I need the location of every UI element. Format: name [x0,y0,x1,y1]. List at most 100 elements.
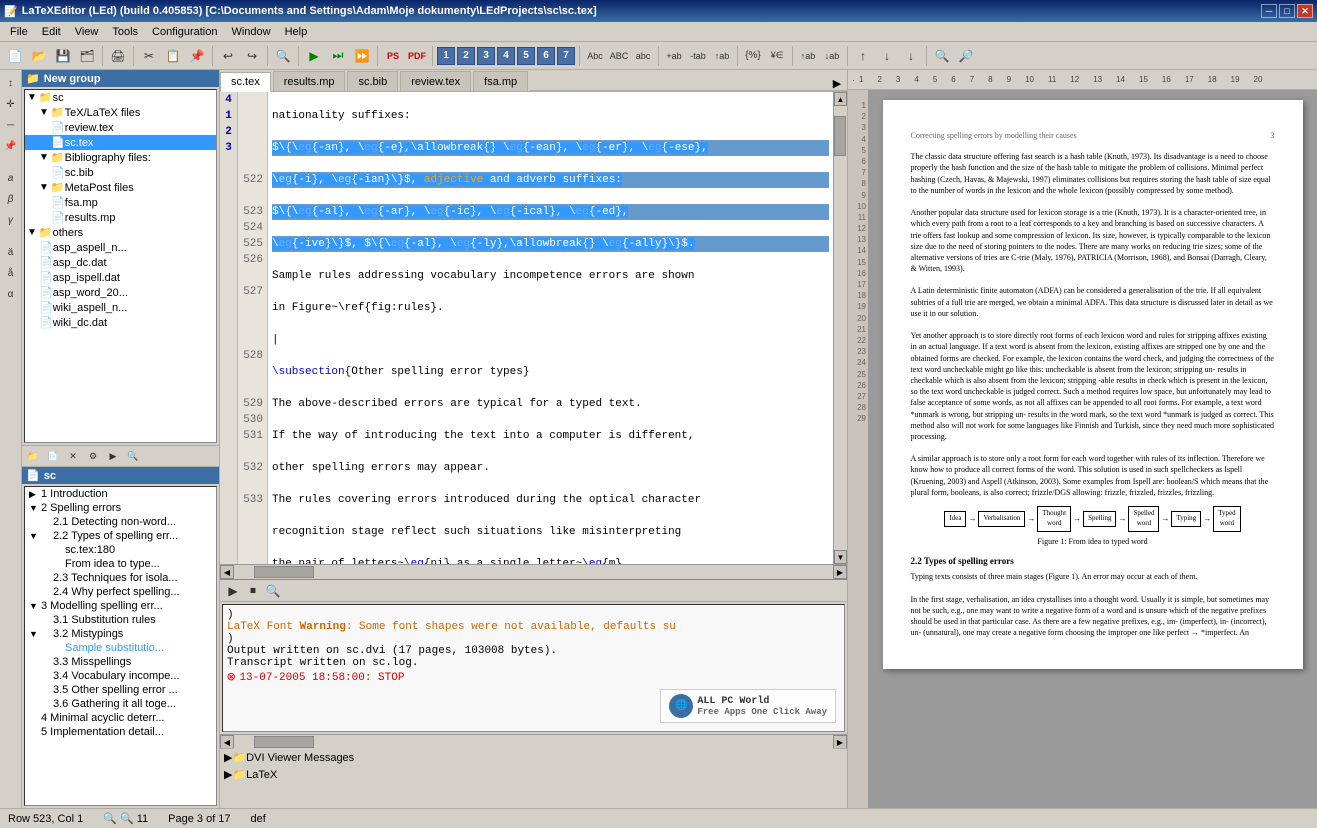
outline-item-34[interactable]: 3.4 Vocabulary incompe... [25,669,216,683]
outline-item-36[interactable]: 3.6 Gathering it all toge... [25,697,216,711]
sym-char1[interactable]: ä [2,243,20,261]
tree-item-aspword[interactable]: 📄 asp_word_20... [25,285,216,300]
menu-window[interactable]: Window [225,24,276,40]
tree-item-reviewtex[interactable]: 📄 review.tex [25,120,216,135]
new-button[interactable]: 📄 [4,45,26,67]
sym-arrow[interactable]: ↕ [2,74,20,92]
editor-hscrollbar[interactable]: ◀ ▶ [220,564,847,578]
sym-char3[interactable]: α [2,285,20,303]
outline-item-5[interactable]: 5 Implementation detail... [25,725,216,739]
hscroll-right-button[interactable]: ▶ [833,565,847,579]
hscroll-thumb[interactable] [254,566,314,578]
tree-btn-5[interactable]: ▶ [104,447,122,465]
sym-minus[interactable]: ─ [2,116,20,134]
minimize-button[interactable]: ─ [1261,4,1277,18]
abc-alt-button[interactable]: ABC [608,45,630,67]
zoom-out-button[interactable]: 🔎 [955,45,977,67]
menu-configuration[interactable]: Configuration [146,24,223,40]
tree-item-aspdc[interactable]: 📄 asp_dc.dat [25,255,216,270]
menu-view[interactable]: View [69,24,105,40]
tree-item-wikidc[interactable]: 📄 wiki_dc.dat [25,315,216,330]
tree-item-fsamp[interactable]: 📄 fsa.mp [25,195,216,210]
tab-sctex[interactable]: sc.tex [220,72,271,92]
tab-scbib[interactable]: sc.bib [347,71,398,91]
tree-item-sc[interactable]: ▼ 📁 sc [25,90,216,105]
ref-button[interactable]: ↑ab [797,45,819,67]
sym-gamma[interactable]: γ [2,211,20,229]
redo-button[interactable]: ↪ [241,45,263,67]
num-btn-3[interactable]: 3 [477,47,495,65]
pdf-button[interactable]: PDF [406,45,428,67]
tab-fsamp[interactable]: fsa.mp [473,71,528,91]
log-item-dvi[interactable]: ▶ 📁 DVI Viewer Messages [220,749,847,766]
tab-resultsmp[interactable]: results.mp [273,71,346,91]
tab-button[interactable]: +ab [663,45,685,67]
maximize-button[interactable]: □ [1279,4,1295,18]
tree-btn-2[interactable]: 📄 [44,447,62,465]
outline-panel[interactable]: ▶ 1 Introduction ▼ 2 Spelling errors 2.1… [24,486,217,806]
scrollbar-down-button[interactable]: ▼ [834,550,847,564]
outline-item-31[interactable]: 3.1 Substitution rules [25,613,216,627]
num-btn-1[interactable]: 1 [437,47,455,65]
tab2-button[interactable]: -tab [687,45,709,67]
tree-item-aspispell[interactable]: 📄 asp_ispell.dat [25,270,216,285]
console-content[interactable]: ) LaTeX Font Warning: Some font shapes w… [222,604,845,732]
file-tree[interactable]: ▼ 📁 sc ▼ 📁 TeX/LaTeX files 📄 review.tex … [24,89,217,443]
open-button[interactable]: 📂 [28,45,50,67]
outline-item-35[interactable]: 3.5 Other spelling error ... [25,683,216,697]
nav-down-button[interactable]: ↓ [876,45,898,67]
num-btn-5[interactable]: 5 [517,47,535,65]
console-hscroll-right[interactable]: ▶ [833,735,847,749]
tree-item-mpfiles[interactable]: ▼ 📁 MetaPost files [25,180,216,195]
nav-next-button[interactable]: ↓ [900,45,922,67]
outline-item-intro[interactable]: ▶ 1 Introduction [25,487,216,501]
menu-file[interactable]: File [4,24,34,40]
close-button[interactable]: ✕ [1297,4,1313,18]
outline-item-33[interactable]: 3.3 Misspellings [25,655,216,669]
tab-reviewtex[interactable]: review.tex [400,71,471,91]
num-btn-6[interactable]: 6 [537,47,555,65]
print-button[interactable]: 🖨 [107,45,129,67]
tree-item-sctex[interactable]: 📄 sc.tex [25,135,216,150]
sym-beta[interactable]: β [2,190,20,208]
console-hscrollbar[interactable]: ◀ ▶ [220,734,847,748]
tree-item-wikiaspell[interactable]: 📄 wiki_aspell_n... [25,300,216,315]
outline-item-spelling[interactable]: ▼ 2 Spelling errors [25,501,216,515]
ps-button[interactable]: PS [382,45,404,67]
label-button[interactable]: ↓ab [821,45,843,67]
outline-item-22[interactable]: ▼ 2.2 Types of spelling err... [25,529,216,543]
console-hscroll-thumb[interactable] [254,736,314,748]
tree-btn-3[interactable]: ✕ [64,447,82,465]
outline-item-sctex180[interactable]: sc.tex:180 [25,543,216,557]
scrollbar-up-button[interactable]: ▲ [834,92,847,106]
tree-item-others[interactable]: ▼ 📁 others [25,225,216,240]
env-button[interactable]: ¥∈ [766,45,788,67]
abc3-button[interactable]: abc [632,45,654,67]
tree-btn-1[interactable]: 📁 [24,447,42,465]
compile-go-button[interactable]: ▶ [303,45,325,67]
outline-item-fromidea[interactable]: From idea to type... [25,557,216,571]
editor-vscrollbar[interactable]: ▲ ▼ [833,92,847,564]
tree-item-bibfiles[interactable]: ▼ 📁 Bibliography files: [25,150,216,165]
nav-up-button[interactable]: ↑ [852,45,874,67]
comment-button[interactable]: ↑ab [711,45,733,67]
console-hscroll-left[interactable]: ◀ [220,735,234,749]
tree-item-scbib[interactable]: 📄 sc.bib [25,165,216,180]
hscroll-track[interactable] [234,565,833,579]
tree-btn-4[interactable]: ⚙ [84,447,102,465]
scrollbar-thumb[interactable] [834,116,846,156]
tree-btn-6[interactable]: 🔍 [124,447,142,465]
menu-tools[interactable]: Tools [106,24,144,40]
tree-item-texfiles[interactable]: ▼ 📁 TeX/LaTeX files [25,105,216,120]
scrollbar-track[interactable] [834,106,847,550]
console-btn-2[interactable]: ⏹ [244,582,262,600]
tab-expand-button[interactable]: ▶ [827,77,847,91]
sym-pin[interactable]: 📌 [2,137,20,155]
save-all-button[interactable]: 🗂 [76,45,98,67]
compile-step-button[interactable]: ⏭ [327,45,349,67]
menu-edit[interactable]: Edit [36,24,67,40]
editor-content[interactable]: 4 1 2 3 522 523 524 525 526 527 528 529 … [220,92,847,564]
console-btn-1[interactable]: ▶ [224,582,242,600]
sym-cross[interactable]: ✛ [2,95,20,113]
editor-text-area[interactable]: nationality suffixes: $\{\eg{-an}, \eg{-… [268,92,833,564]
